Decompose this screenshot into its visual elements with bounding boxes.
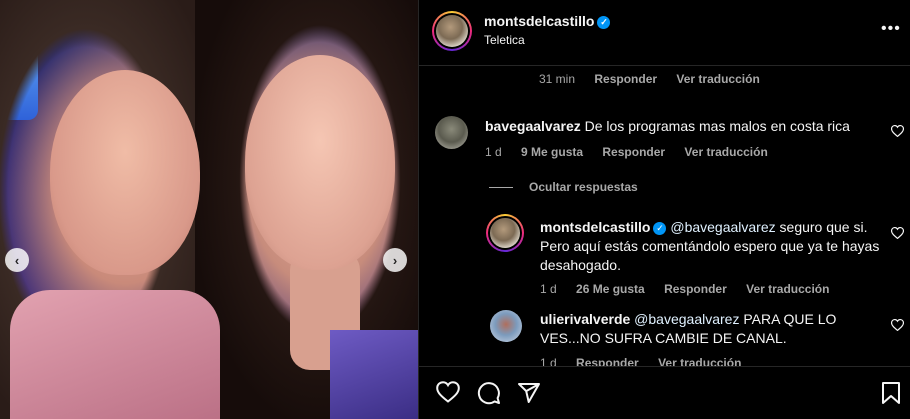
hide-replies-label: Ocultar respuestas — [529, 180, 638, 194]
comment-time: 1 d — [540, 282, 557, 296]
bookmark-icon — [882, 382, 900, 404]
post-location[interactable]: Teletica — [484, 33, 525, 47]
avatar[interactable] — [435, 116, 468, 149]
comment-time: 31 min — [539, 72, 576, 86]
comment-icon — [477, 382, 500, 405]
left-person-face — [50, 70, 200, 275]
share-icon — [518, 383, 540, 403]
comment-text: montsdelcastillo ✓ @bavegaalvarez seguro … — [540, 218, 885, 275]
translate-button[interactable]: Ver traducción — [658, 356, 741, 366]
comment-meta-row: 1 d 9 Me gusta Responder Ver traducción — [485, 145, 784, 159]
avatar — [436, 15, 468, 47]
verified-icon: ✓ — [653, 222, 667, 235]
comment-meta-row: 31 min Responder Ver traducción — [539, 72, 776, 86]
reply-button[interactable]: Responder — [602, 145, 665, 159]
post-photo[interactable]: ‹ › — [0, 0, 418, 419]
right-person-top — [330, 330, 418, 419]
verified-icon: ✓ — [597, 16, 611, 29]
comment-body: Pero aquí estás comentándolo espero que … — [540, 238, 880, 254]
translate-button[interactable]: Ver traducción — [684, 145, 767, 159]
comment-body: PARA QUE LO — [739, 311, 837, 327]
like-button[interactable] — [436, 381, 460, 408]
comment-author[interactable]: ulierivalverde — [540, 311, 630, 327]
post-actions-bar — [419, 366, 910, 419]
chevron-left-icon: ‹ — [14, 252, 20, 268]
comment-author[interactable]: bavegaalvarez — [485, 118, 581, 134]
heart-icon — [890, 226, 905, 240]
story-ring[interactable] — [486, 214, 524, 252]
post-header: montsdelcastillo ✓ Teletica ••• — [419, 0, 910, 66]
mention-link[interactable]: @bavegaalvarez — [670, 219, 775, 235]
comment-button[interactable] — [477, 381, 501, 410]
more-horizontal-icon: ••• — [881, 20, 901, 37]
comment-likes[interactable]: 26 Me gusta — [576, 282, 645, 296]
comment-text: ulierivalverde @bavegaalvarez PARA QUE L… — [540, 310, 885, 348]
translate-button[interactable]: Ver traducción — [746, 282, 829, 296]
comment-body: VES...NO SUFRA CAMBIE DE CANAL. — [540, 330, 787, 346]
heart-icon — [890, 124, 905, 138]
share-button[interactable] — [517, 381, 541, 410]
reply-button[interactable]: Responder — [576, 356, 639, 366]
comment-meta-row: 1 d 26 Me gusta Responder Ver traducción — [540, 282, 845, 296]
avatar — [490, 218, 520, 248]
comment-text: bavegaalvarez De los programas mas malos… — [485, 117, 875, 136]
post-author-name[interactable]: montsdelcastillo — [484, 13, 594, 29]
like-comment-button[interactable] — [890, 318, 905, 334]
carousel-next-button[interactable]: › — [383, 248, 407, 272]
like-comment-button[interactable] — [890, 226, 905, 242]
post-author[interactable]: montsdelcastillo ✓ — [484, 13, 611, 29]
comment-time: 1 d — [485, 145, 502, 159]
comment-meta-row: 1 d Responder Ver traducción — [540, 356, 757, 366]
reply-button[interactable]: Responder — [664, 282, 727, 296]
comment-likes[interactable]: 9 Me gusta — [521, 145, 583, 159]
more-options-button[interactable]: ••• — [881, 20, 901, 38]
chevron-right-icon: › — [392, 252, 398, 268]
comments-list[interactable]: 31 min Responder Ver traducción bavegaal… — [419, 66, 910, 366]
left-person-dress — [10, 290, 220, 419]
hide-replies-button[interactable]: Ocultar respuestas — [489, 180, 638, 194]
comment-time: 1 d — [540, 356, 557, 366]
heart-icon — [890, 318, 905, 332]
carousel-prev-button[interactable]: ‹ — [5, 248, 29, 272]
comment-body: desahogado. — [540, 257, 621, 273]
save-button[interactable] — [881, 381, 901, 410]
like-comment-button[interactable] — [890, 124, 905, 140]
right-person-face — [245, 55, 395, 270]
heart-icon — [436, 381, 460, 403]
comment-body: seguro que si. — [775, 219, 868, 235]
translate-button[interactable]: Ver traducción — [676, 72, 759, 86]
comment-body: De los programas mas malos en costa rica — [584, 118, 850, 134]
mention-link[interactable]: @bavegaalvarez — [634, 311, 739, 327]
comment-author[interactable]: montsdelcastillo — [540, 219, 650, 235]
avatar[interactable] — [490, 310, 522, 342]
story-ring[interactable] — [432, 11, 472, 51]
reply-button[interactable]: Responder — [594, 72, 657, 86]
divider-line — [489, 186, 513, 188]
post-detail-panel: montsdelcastillo ✓ Teletica ••• 31 min Re… — [418, 0, 910, 419]
